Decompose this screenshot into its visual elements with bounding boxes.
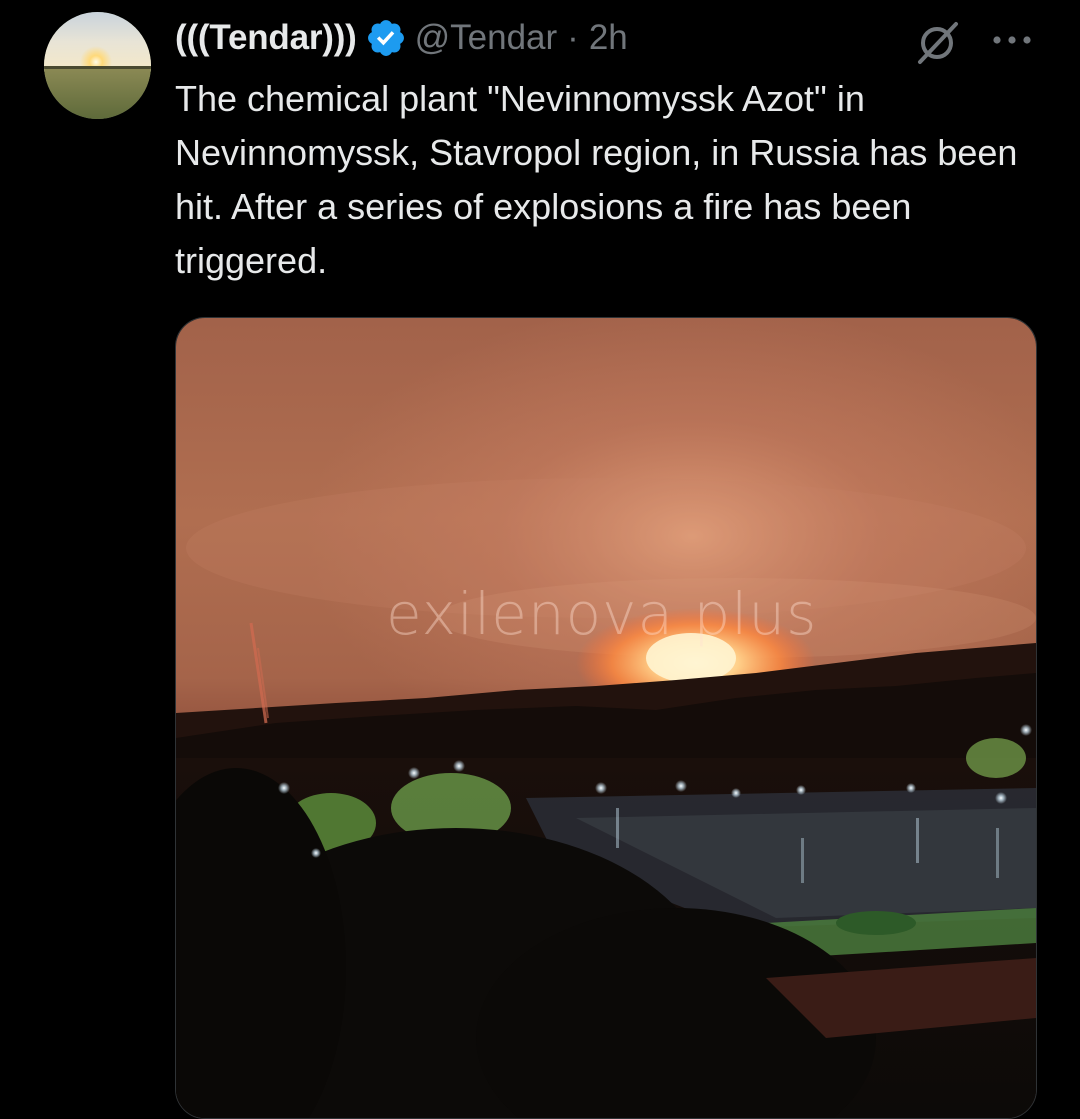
avatar-image bbox=[44, 12, 151, 119]
verified-badge-icon[interactable] bbox=[365, 17, 407, 59]
tweet-header: (((Tendar))) @Tendar · 2h bbox=[175, 14, 628, 62]
header-separator: · bbox=[567, 18, 579, 57]
video-watermark: exilenova plus bbox=[386, 580, 818, 648]
grok-icon[interactable] bbox=[912, 18, 962, 68]
video-frame bbox=[176, 318, 1036, 1118]
tweet-video[interactable]: exilenova plus bbox=[175, 317, 1037, 1119]
tweet-timestamp[interactable]: 2h bbox=[589, 18, 628, 58]
author-display-name[interactable]: (((Tendar))) bbox=[175, 18, 357, 58]
avatar[interactable] bbox=[44, 12, 151, 119]
tweet-text: The chemical plant "Nevinnomyssk Azot" i… bbox=[175, 78, 1018, 281]
author-handle[interactable]: @Tendar bbox=[415, 18, 558, 58]
more-options-icon[interactable] bbox=[990, 26, 1034, 54]
